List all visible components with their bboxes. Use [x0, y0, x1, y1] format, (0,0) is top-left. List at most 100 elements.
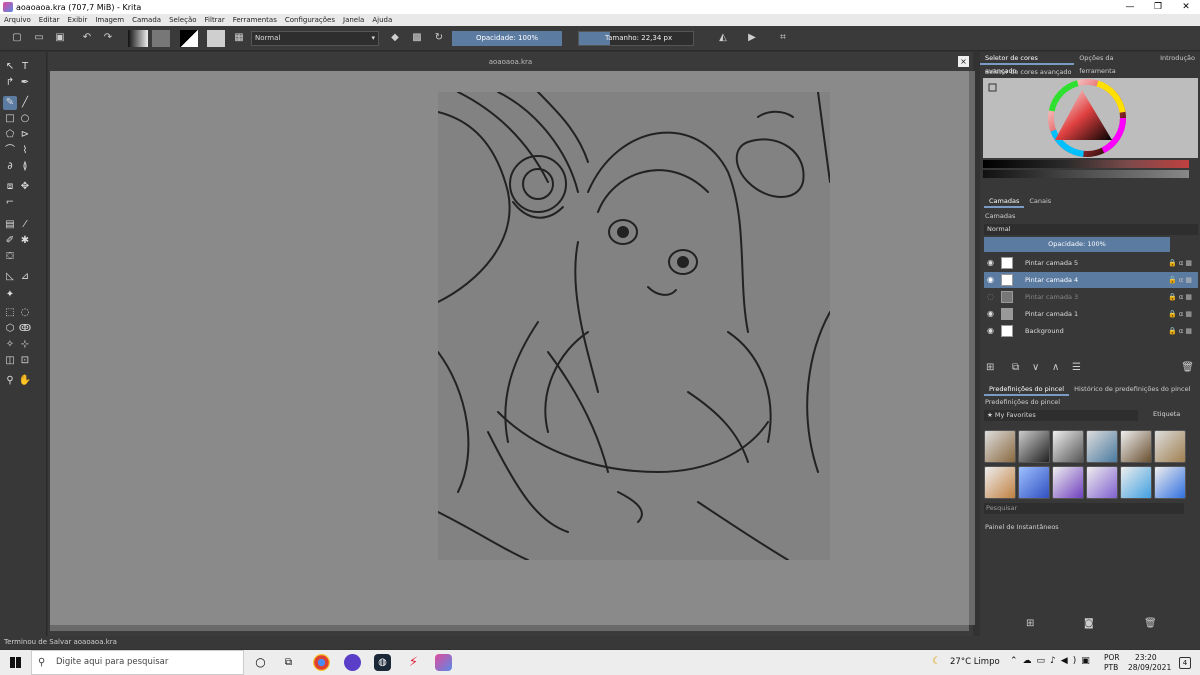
cortana-icon[interactable]: ○ [252, 654, 269, 671]
tab-tool-options[interactable]: Opções da ferramenta [1074, 52, 1155, 75]
measure-tool-icon[interactable]: ◺ [3, 270, 17, 284]
weather-text[interactable]: 27°C Limpo [950, 657, 1000, 667]
brush-preset[interactable] [1086, 430, 1118, 463]
layer-lock-icon[interactable]: 🔒⍺▦ [1168, 323, 1194, 339]
minimize-button[interactable]: — [1116, 0, 1144, 14]
layer-lock-icon[interactable]: 🔒⍺▦ [1168, 306, 1194, 322]
mirror-horizontal-icon[interactable]: ◭ [716, 31, 730, 45]
visibility-eye-icon[interactable]: ◉ [987, 272, 997, 288]
reference-tool-icon[interactable]: ✦ [3, 288, 17, 302]
hidden-eye-icon[interactable]: ◌ [987, 289, 997, 305]
magnetic-select-tool-icon[interactable]: ⊡ [18, 354, 32, 368]
select-shapes-tool-icon[interactable]: ↖ [3, 60, 17, 74]
layer-properties-icon[interactable]: ☰ [1072, 362, 1081, 373]
menu-filtrar[interactable]: Filtrar [201, 16, 229, 24]
add-snapshot-icon[interactable]: ⊞ [1026, 618, 1034, 629]
brush-preset[interactable] [1086, 466, 1118, 499]
edit-shapes-tool-icon[interactable]: ↱ [3, 76, 17, 90]
brush-preset[interactable] [984, 430, 1016, 463]
brush-preset[interactable] [1052, 466, 1084, 499]
layer-lock-icon[interactable]: 🔒⍺▦ [1168, 255, 1194, 271]
rect-select-tool-icon[interactable]: ⬚ [3, 306, 17, 320]
tab-brush-history[interactable]: Histórico de predefinições do pincel [1069, 383, 1195, 396]
visibility-eye-icon[interactable]: ◉ [987, 255, 997, 271]
polygon-tool-icon[interactable]: ⬠ [3, 128, 17, 142]
move-tool-icon[interactable]: ✥ [18, 180, 32, 194]
menu-janela[interactable]: Janela [339, 16, 368, 24]
polyline-tool-icon[interactable]: ⊳ [18, 128, 32, 142]
menu-arquivo[interactable]: Arquivo [0, 16, 35, 24]
color-swatch[interactable] [180, 30, 198, 47]
blend-mode-select[interactable]: Normal ▾ [251, 31, 379, 46]
value-bar[interactable] [983, 170, 1189, 178]
notification-icon[interactable]: 4 [1179, 657, 1191, 669]
gradient-tool-icon[interactable]: ▤ [3, 218, 17, 232]
color-wheel[interactable] [983, 78, 1198, 158]
layer-row[interactable]: ◌ Pintar camada 3 🔒⍺▦ [984, 289, 1198, 305]
contiguous-select-tool-icon[interactable]: ✧ [3, 338, 17, 352]
brush-filter-select[interactable]: ★ My Favorites [984, 410, 1138, 421]
layer-row[interactable]: ◉ Background 🔒⍺▦ [984, 323, 1198, 339]
tab-channels[interactable]: Canais [1024, 195, 1056, 208]
undo-icon[interactable]: ↶ [80, 31, 94, 45]
layer-opacity-slider[interactable]: Opacidade: 100% [984, 237, 1170, 252]
move-layer-down-icon[interactable]: ∨ [1032, 362, 1039, 373]
layer-row[interactable]: ◉ Pintar camada 1 🔒⍺▦ [984, 306, 1198, 322]
fill-tool-icon[interactable]: ⛋ [3, 250, 17, 264]
dynamic-brush-tool-icon[interactable]: ∂ [3, 160, 17, 174]
menu-editar[interactable]: Editar [35, 16, 64, 24]
clock-time[interactable]: 23:20 [1135, 653, 1157, 662]
transform-tool-icon[interactable]: ⧈ [3, 180, 17, 194]
brush-tag-label[interactable]: Etiqueta [1153, 410, 1180, 418]
duplicate-layer-icon[interactable]: ⧉ [1012, 362, 1019, 373]
brush-preset[interactable] [1154, 430, 1186, 463]
opacity-slider[interactable]: Opacidade: 100% [452, 31, 562, 46]
colorize-mask-tool-icon[interactable]: ✐ [3, 234, 17, 248]
line-tool-icon[interactable]: ╱ [18, 96, 32, 110]
brush-preset[interactable] [1018, 466, 1050, 499]
visibility-eye-icon[interactable]: ◉ [987, 306, 997, 322]
freehand-path-tool-icon[interactable]: ⌇ [18, 144, 32, 158]
menu-selecao[interactable]: Seleção [165, 16, 200, 24]
add-layer-icon[interactable]: ⊞ [986, 362, 994, 373]
text-tool-icon[interactable]: T [18, 60, 32, 74]
layer-lock-icon[interactable]: 🔒⍺▦ [1168, 272, 1194, 288]
layer-row-selected[interactable]: ◉ Pintar camada 4 🔒⍺▦ [984, 272, 1198, 288]
brush-preset[interactable] [984, 466, 1016, 499]
ellipse-tool-icon[interactable]: ○ [18, 112, 32, 126]
similar-select-tool-icon[interactable]: ⊹ [18, 338, 32, 352]
save-icon[interactable]: ▣ [53, 31, 67, 45]
bezier-select-tool-icon[interactable]: ◫ [3, 354, 17, 368]
tab-introduction[interactable]: Introdução [1155, 52, 1200, 65]
hue-bar[interactable] [983, 160, 1189, 168]
menu-ferramentas[interactable]: Ferramentas [229, 16, 281, 24]
task-view-icon[interactable]: ⧉ [280, 654, 297, 671]
tab-layers[interactable]: Camadas [984, 195, 1025, 208]
visibility-eye-icon[interactable]: ◉ [987, 323, 997, 339]
menu-imagem[interactable]: Imagem [91, 16, 128, 24]
layer-blend-select[interactable]: Normal [984, 224, 1198, 235]
brush-preset[interactable] [1018, 430, 1050, 463]
new-document-icon[interactable]: ▢ [10, 31, 24, 45]
menu-ajuda[interactable]: Ajuda [368, 16, 396, 24]
freehand-select-tool-icon[interactable]: ↂ [18, 322, 32, 336]
gradient-swatch[interactable] [128, 30, 148, 47]
maximize-button[interactable]: ❐ [1144, 0, 1172, 14]
horizontal-scrollbar[interactable] [50, 625, 969, 631]
brush-preset[interactable] [1120, 430, 1152, 463]
preserve-alpha-icon[interactable]: ▩ [410, 31, 424, 45]
polygon-select-tool-icon[interactable]: ⬡ [3, 322, 17, 336]
windows-start-icon[interactable] [10, 657, 21, 668]
chrome-icon[interactable] [313, 654, 330, 671]
eraser-icon[interactable]: ◆ [388, 31, 402, 45]
zoom-tool-icon[interactable]: ⚲ [3, 374, 17, 388]
layer-row[interactable]: ◉ Pintar camada 5 🔒⍺▦ [984, 255, 1198, 271]
vertical-scrollbar[interactable] [969, 71, 975, 625]
drawing-canvas[interactable] [438, 92, 830, 560]
pattern-swatch[interactable] [152, 30, 170, 47]
camera-icon[interactable]: ◙ [1084, 618, 1094, 629]
move-layer-up-icon[interactable]: ∧ [1052, 362, 1059, 373]
redo-icon[interactable]: ↷ [101, 31, 115, 45]
brush-preset[interactable] [1154, 466, 1186, 499]
taskbar-search-input[interactable]: ⚲ Digite aqui para pesquisar [31, 650, 244, 675]
